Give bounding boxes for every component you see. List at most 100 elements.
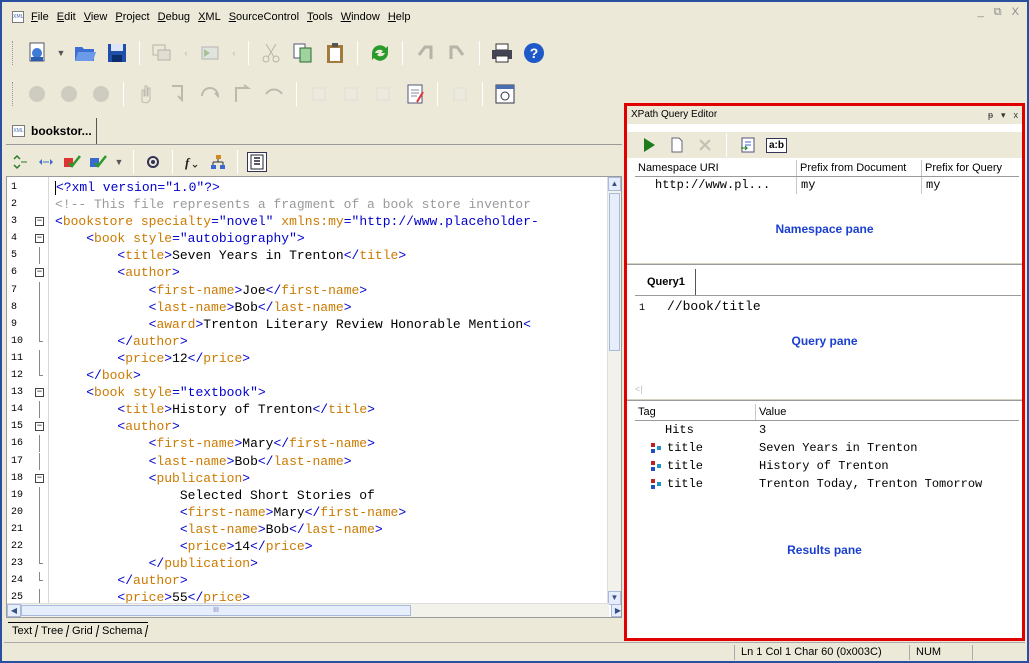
print-button[interactable] — [489, 40, 515, 66]
window-layout-button[interactable] — [492, 81, 518, 107]
code-text[interactable]: </book> — [55, 367, 141, 384]
xml-app-icon[interactable]: XML — [12, 11, 24, 23]
minimize-button[interactable]: _ — [978, 6, 984, 19]
code-line[interactable]: 22 <price>14</price> — [7, 537, 607, 555]
tab-text[interactable]: Text — [6, 624, 39, 637]
paste-button[interactable] — [322, 40, 348, 66]
prefix-query-cell[interactable]: my — [921, 177, 1019, 194]
tab-query1[interactable]: Query1 — [641, 269, 696, 295]
scroll-down-button[interactable]: ▼ — [608, 591, 621, 605]
debug-option-button-1[interactable] — [306, 81, 332, 107]
breakpoint-hand-button[interactable] — [133, 81, 159, 107]
delete-query-button[interactable] — [695, 135, 715, 155]
code-line[interactable]: 2 <!-- This file represents a fragment of… — [7, 196, 607, 213]
xpath-editor-toggle-button[interactable] — [247, 152, 267, 172]
code-text[interactable]: <book style="textbook"> — [55, 384, 265, 401]
menu-view[interactable]: View — [80, 11, 112, 23]
function-button[interactable]: f — [182, 152, 202, 172]
code-text[interactable]: <first-name>Mary</first-name> — [55, 504, 406, 521]
pin-icon[interactable]: ᵽ — [988, 106, 993, 124]
tab-grid[interactable]: Grid — [67, 624, 100, 637]
fold-toggle-icon[interactable]: − — [35, 388, 44, 398]
code-line[interactable]: 19 Selected Short Stories of — [7, 486, 607, 504]
namespace-uri-cell[interactable]: http://www.pl... — [635, 177, 796, 194]
code-text[interactable]: <last-name>Bob</last-name> — [55, 299, 352, 316]
code-text[interactable]: <author> — [55, 264, 179, 281]
code-text[interactable]: <last-name>Bob</last-name> — [55, 521, 383, 538]
code-line[interactable]: 4 − <book style="autobiography"> — [7, 230, 607, 247]
fold-toggle-icon[interactable]: − — [35, 422, 44, 432]
query-text[interactable]: //book/title — [667, 299, 761, 314]
result-row[interactable]: title Trenton Today, Trenton Tomorrow — [635, 475, 1019, 493]
query-editor-line[interactable]: 1 //book/title — [639, 299, 761, 314]
panel-close-icon[interactable]: x — [1014, 106, 1019, 124]
code-line[interactable]: 13 − <book style="textbook"> — [7, 384, 607, 401]
menu-sourcecontrol[interactable]: SourceControl — [225, 11, 303, 23]
code-text[interactable]: <publication> — [55, 470, 250, 487]
code-line[interactable]: 18 − <publication> — [7, 470, 607, 487]
new-query-button[interactable] — [667, 135, 687, 155]
code-text[interactable]: <bookstore specialty="novel" xmlns:my="h… — [55, 213, 539, 230]
code-line[interactable]: 11 <price>12</price> — [7, 349, 607, 367]
column-tag[interactable]: Tag — [635, 404, 755, 420]
query-scroll-left-icon[interactable]: <| — [635, 384, 643, 394]
code-text[interactable]: </author> — [55, 572, 187, 589]
menu-window[interactable]: Window — [337, 11, 384, 23]
code-line[interactable]: 15 − <author> — [7, 418, 607, 435]
fold-toggle-icon[interactable]: − — [35, 268, 44, 278]
hits-row[interactable]: Hits 3 — [635, 421, 1019, 439]
namespace-toggle-button[interactable]: a:b — [766, 137, 787, 153]
debug-option-button-2[interactable] — [338, 81, 364, 107]
xml-editor[interactable]: 1 <?xml version="1.0"?> 2 <!-- This file re… — [6, 176, 622, 618]
code-line[interactable]: 10 </author> — [7, 332, 607, 350]
fold-toggle-icon[interactable]: − — [35, 217, 44, 227]
restore-button[interactable]: ⧉ — [994, 6, 1002, 19]
watch-button[interactable] — [261, 81, 287, 107]
column-namespace-uri[interactable]: Namespace URI — [635, 160, 796, 176]
menu-debug[interactable]: Debug — [154, 11, 194, 23]
code-text[interactable]: </publication> — [55, 555, 258, 572]
debug-start-button[interactable] — [24, 81, 50, 107]
pane-splitter[interactable] — [627, 262, 1022, 265]
menu-file[interactable]: File — [27, 11, 53, 23]
code-text[interactable]: <first-name>Mary</first-name> — [55, 435, 375, 452]
menu-project[interactable]: Project — [111, 11, 153, 23]
help-button[interactable]: ? — [521, 40, 547, 66]
debug-option-button-3[interactable] — [370, 81, 396, 107]
code-line[interactable]: 21 <last-name>Bob</last-name> — [7, 520, 607, 538]
code-line[interactable]: 23 </publication> — [7, 555, 607, 572]
navigate-arrow-icon[interactable]: ‹ — [229, 48, 239, 58]
cut-button[interactable] — [258, 40, 284, 66]
code-text[interactable]: </author> — [55, 333, 187, 350]
code-line[interactable]: 5 <title>Seven Years in Trenton</title> — [7, 247, 607, 265]
scroll-left-button[interactable]: ◀ — [7, 604, 21, 617]
debug-option-button-4[interactable] — [447, 81, 473, 107]
code-line[interactable]: 20 <first-name>Mary</first-name> — [7, 503, 607, 521]
new-project-button[interactable] — [24, 40, 50, 66]
code-text[interactable]: <price>14</price> — [55, 538, 313, 555]
close-button[interactable]: X — [1012, 6, 1019, 19]
prefix-document-cell[interactable]: my — [796, 177, 921, 194]
navigate-button[interactable] — [197, 40, 223, 66]
validate-button[interactable] — [62, 152, 82, 172]
menu-help[interactable]: Help — [384, 11, 415, 23]
code-text[interactable]: Selected Short Stories of — [55, 487, 375, 504]
debug-stop-button[interactable] — [88, 81, 114, 107]
step-into-button[interactable] — [165, 81, 191, 107]
vertical-scrollbar[interactable]: ▲ ▼ — [607, 177, 621, 605]
debug-pause-button[interactable] — [56, 81, 82, 107]
back-arrow-icon[interactable]: ‹ — [181, 48, 191, 58]
code-text[interactable]: <author> — [55, 418, 179, 435]
tree-view-button[interactable] — [208, 152, 228, 172]
redo-button[interactable] — [444, 40, 470, 66]
code-text[interactable]: <award>Trenton Literary Review Honorable… — [55, 316, 531, 333]
load-xml-button[interactable] — [738, 135, 758, 155]
open-button[interactable] — [72, 40, 98, 66]
menu-tools[interactable]: Tools — [303, 11, 337, 23]
expand-all-button[interactable] — [36, 152, 56, 172]
dropdown-arrow-icon[interactable]: ▼ — [56, 48, 66, 58]
code-line[interactable]: 24 </author> — [7, 572, 607, 589]
pane-splitter[interactable] — [627, 398, 1022, 401]
save-button[interactable] — [104, 40, 130, 66]
toolbar-grip[interactable] — [12, 82, 15, 106]
